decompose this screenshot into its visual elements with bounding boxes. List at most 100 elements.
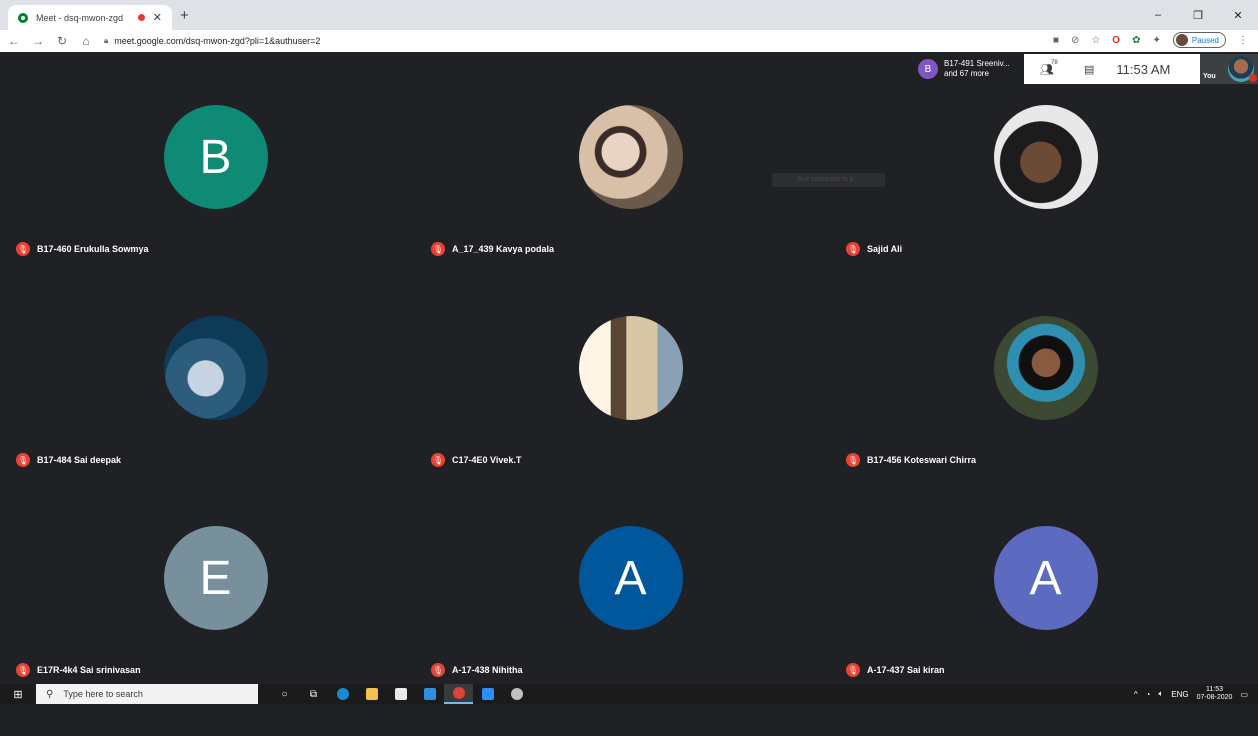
paused-label: Paused bbox=[1191, 35, 1219, 45]
windows-taskbar: ⊞ ⚲ Type here to search ○ ⧉ ^ ◔ 🔈︎ ENG 1… bbox=[0, 684, 1258, 704]
mic-muted-icon: 🎙︎ bbox=[16, 242, 30, 256]
reload-icon[interactable]: ↻ bbox=[52, 34, 72, 48]
participant-tile[interactable]: 🎙︎ B17-456 Koteswari Chirra bbox=[838, 316, 1253, 526]
search-icon: ⚲ bbox=[46, 688, 54, 700]
new-tab-button[interactable]: + bbox=[180, 7, 189, 24]
meet-favicon-icon bbox=[18, 12, 28, 23]
url-text: meet.google.com/dsq-mwon-zgd?pli=1&authu… bbox=[114, 36, 321, 46]
presenter-avatar: B bbox=[918, 59, 938, 79]
taskbar-search-box[interactable]: ⚲ Type here to search bbox=[36, 684, 258, 704]
participant-name: B17-460 Erukulla Sowmya bbox=[37, 244, 149, 254]
participant-name-row: 🎙︎ A-17-438 Nihitha bbox=[431, 663, 523, 677]
mic-muted-icon: 🎙︎ bbox=[431, 663, 445, 677]
presenter-text: B17-491 Sreeniv... and 67 more bbox=[944, 59, 1010, 79]
extension-green-icon[interactable]: ✿ bbox=[1132, 35, 1140, 46]
participant-photo bbox=[993, 316, 1098, 420]
tab-title: Meet - dsq-mwon-zgd bbox=[36, 12, 124, 23]
participant-photo bbox=[163, 316, 268, 420]
edge-icon[interactable] bbox=[328, 684, 357, 704]
paint-icon[interactable] bbox=[502, 684, 531, 704]
mail-icon[interactable] bbox=[415, 684, 444, 704]
participant-name: A_17_439 Kavya podala bbox=[452, 244, 555, 254]
lock-icon: 🔒︎ bbox=[104, 36, 109, 45]
participant-name: B17-456 Koteswari Chirra bbox=[867, 455, 977, 465]
participant-tile[interactable]: 🎙︎ Sajid Ali bbox=[838, 105, 1253, 315]
star-icon[interactable]: ☆ bbox=[1091, 35, 1100, 46]
participant-photo bbox=[993, 105, 1098, 209]
participant-name: Sajid Ali bbox=[867, 244, 903, 254]
participant-tile[interactable]: E 🎙︎ E17R-4k4 Sai srinivasan bbox=[8, 526, 423, 736]
meet-controls-panel: 👥︎ 78 ▤ 11:53 AM bbox=[1024, 54, 1200, 84]
window-controls: – ❐ ✕ bbox=[1138, 0, 1258, 30]
cortana-icon[interactable]: ○ bbox=[270, 684, 299, 704]
participant-avatar: A bbox=[993, 526, 1098, 630]
zoom-icon[interactable] bbox=[473, 684, 502, 704]
camera-icon[interactable]: ■ bbox=[1053, 35, 1059, 46]
store-icon[interactable] bbox=[386, 684, 415, 704]
mic-off-icon bbox=[1249, 74, 1257, 82]
recording-dot-icon bbox=[137, 14, 145, 21]
profile-paused-button[interactable]: Paused bbox=[1172, 32, 1226, 48]
mic-muted-icon: 🎙︎ bbox=[431, 242, 445, 256]
tray-clock[interactable]: 11:53 07-08-2020 bbox=[1197, 686, 1233, 702]
tab-close-icon[interactable]: ✕ bbox=[153, 11, 162, 24]
meet-top-panel: B B17-491 Sreeniv... and 67 more 👥︎ 78 ▤ … bbox=[912, 54, 1258, 84]
people-icon[interactable]: 👥︎ 78 bbox=[1040, 60, 1058, 76]
participant-avatar: E bbox=[163, 526, 268, 630]
participant-name: E17R-4k4 Sai srinivasan bbox=[37, 665, 141, 675]
kebab-menu-icon[interactable]: ⋮ bbox=[1238, 35, 1248, 46]
chat-icon[interactable]: ▤ bbox=[1084, 63, 1094, 76]
volume-icon[interactable]: 🔈︎ bbox=[1158, 689, 1163, 699]
taskbar-search-placeholder: Type here to search bbox=[63, 689, 143, 699]
participant-name-row: 🎙︎ Sajid Ali bbox=[846, 242, 902, 256]
participant-name-row: 🎙︎ B17-460 Erukulla Sowmya bbox=[16, 242, 149, 256]
mic-muted-icon: 🎙︎ bbox=[846, 663, 860, 677]
participant-tile[interactable]: 🎙︎ C17-4E0 Vivek.T bbox=[423, 316, 838, 526]
system-tray: ^ ◔ 🔈︎ ENG 11:53 07-08-2020 ▭ bbox=[1134, 684, 1258, 704]
participant-name-row: 🎙︎ A-17-437 Sai kiran bbox=[846, 663, 945, 677]
home-icon[interactable]: ⌂ bbox=[76, 34, 96, 48]
file-explorer-icon[interactable] bbox=[357, 684, 386, 704]
omnibox[interactable]: 🔒︎ meet.google.com/dsq-mwon-zgd?pli=1&au… bbox=[104, 32, 320, 50]
taskbar-apps: ○ ⧉ bbox=[270, 684, 531, 704]
participant-photo bbox=[578, 105, 683, 209]
tray-time: 11:53 bbox=[1206, 686, 1224, 693]
forward-arrow-icon[interactable]: → bbox=[28, 34, 48, 48]
network-icon[interactable]: ◔ bbox=[1146, 690, 1151, 699]
close-window-button[interactable]: ✕ bbox=[1218, 0, 1258, 30]
participant-name-row: 🎙︎ B17-456 Koteswari Chirra bbox=[846, 453, 976, 467]
you-label: You bbox=[1203, 73, 1216, 80]
participant-tile[interactable]: A 🎙︎ A-17-437 Sai kiran bbox=[838, 526, 1253, 736]
notification-icon[interactable]: ▭ bbox=[1240, 690, 1248, 699]
chrome-icon[interactable] bbox=[444, 684, 473, 704]
browser-tab-strip: Meet - dsq-mwon-zgd ✕ + – ❐ ✕ bbox=[0, 0, 1258, 30]
browser-tab-meet[interactable]: Meet - dsq-mwon-zgd ✕ bbox=[8, 5, 172, 30]
mic-muted-icon: 🎙︎ bbox=[16, 453, 30, 467]
task-view-icon[interactable]: ⧉ bbox=[299, 684, 328, 704]
participant-tile[interactable]: 🎙︎ A_17_439 Kavya podala bbox=[423, 105, 838, 315]
self-view-tile[interactable]: You bbox=[1200, 54, 1258, 84]
participant-tile[interactable]: B 🎙︎ B17-460 Erukulla Sowmya bbox=[8, 105, 423, 315]
participant-avatar: B bbox=[163, 105, 268, 209]
mic-muted-icon: 🎙︎ bbox=[846, 453, 860, 467]
participant-photo bbox=[578, 316, 683, 420]
participant-name: C17-4E0 Vivek.T bbox=[452, 455, 522, 465]
address-bar-row: ← → ↻ ⌂ 🔒︎ meet.google.com/dsq-mwon-zgd?… bbox=[0, 30, 1258, 52]
participant-name-row: 🎙︎ A_17_439 Kavya podala bbox=[431, 242, 554, 256]
presenter-line1: B17-491 Sreeniv... bbox=[944, 59, 1010, 68]
mic-muted-icon: 🎙︎ bbox=[846, 242, 860, 256]
tray-chevron-icon[interactable]: ^ bbox=[1134, 690, 1138, 699]
restore-button[interactable]: ❐ bbox=[1178, 0, 1218, 30]
presenter-chip[interactable]: B B17-491 Sreeniv... and 67 more bbox=[912, 54, 1024, 84]
participant-tile[interactable]: A 🎙︎ A-17-438 Nihitha bbox=[423, 526, 838, 736]
participant-tile[interactable]: 🎙︎ B17-484 Sai deepak bbox=[8, 316, 423, 526]
eye-off-icon[interactable]: ⊘ bbox=[1071, 35, 1079, 46]
minimize-button[interactable]: – bbox=[1138, 0, 1178, 30]
windows-start-icon[interactable]: ⊞ bbox=[0, 684, 36, 704]
participant-name-row: 🎙︎ E17R-4k4 Sai srinivasan bbox=[16, 663, 141, 677]
participant-avatar: A bbox=[578, 526, 683, 630]
back-arrow-icon[interactable]: ← bbox=[4, 34, 24, 48]
language-indicator[interactable]: ENG bbox=[1171, 690, 1188, 699]
puzzle-icon[interactable]: ✦ bbox=[1152, 35, 1160, 46]
opera-extension-icon[interactable]: O bbox=[1112, 35, 1120, 46]
